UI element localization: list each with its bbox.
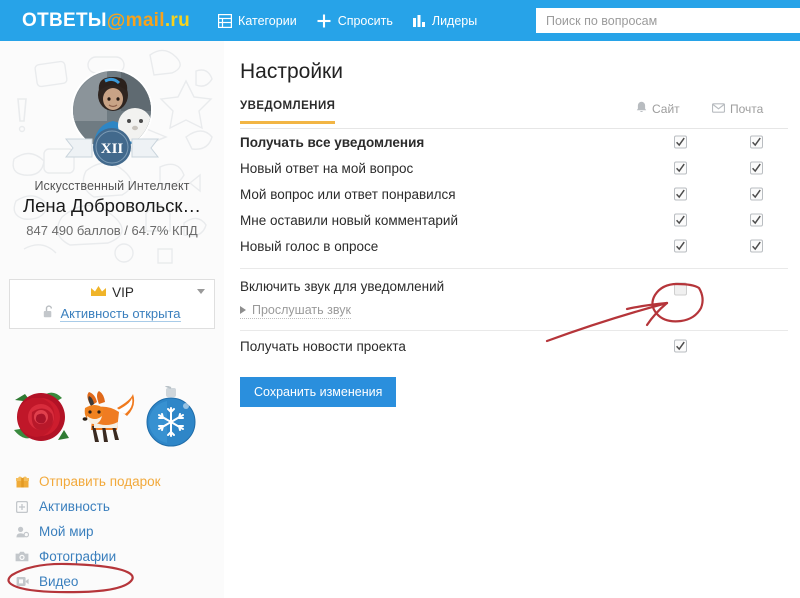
site-logo[interactable]: ОТВЕТЫ@mail.ru	[22, 10, 190, 32]
checkbox-mail[interactable]	[750, 161, 763, 175]
logo-text-mail: mail	[125, 9, 165, 31]
nav-item-categories[interactable]: Категории	[218, 13, 297, 28]
rank-badge: XII	[64, 128, 160, 166]
tab-notifications[interactable]: УВЕДОМЛЕНИЯ	[240, 100, 336, 124]
sidebar-item-photos[interactable]: Фотографии	[14, 544, 214, 569]
row-label: Мой вопрос или ответ понравился	[240, 186, 456, 202]
rose-gift[interactable]	[12, 386, 70, 448]
save-button[interactable]: Сохранить изменения	[240, 377, 397, 407]
avatar-wrapper[interactable]: XII	[64, 69, 160, 166]
svg-text:XII: XII	[101, 141, 124, 157]
gifts-row	[12, 386, 200, 448]
column-headers: Сайт Почта	[636, 101, 788, 116]
tabs-bar: УВЕДОМЛЕНИЯ Сайт Почта	[240, 100, 788, 129]
page-root: ОТВЕТЫ@mail.ru Категории Спросить Лидеры	[0, 0, 800, 598]
nav-item-leaders-label: Лидеры	[431, 13, 478, 28]
row-label: Новый ответ на мой вопрос	[240, 160, 414, 176]
logo-text-ru: .ru	[164, 9, 191, 31]
sidebar-item-my-world[interactable]: Мой мир	[14, 519, 214, 544]
checkbox-sound[interactable]	[674, 282, 687, 296]
listen-sound-label: Прослушать звук	[252, 303, 351, 317]
envelope-icon	[711, 102, 726, 116]
left-sidebar: XII Искусственный Интеллект Лена Доброво…	[0, 41, 224, 598]
notification-rows: Получать все уведомления Новый ответ на …	[240, 129, 788, 259]
nav-item-ask-label: Спросить	[337, 13, 393, 28]
activity-status-link[interactable]: Активность открыта	[60, 306, 181, 322]
listen-sound-link[interactable]: Прослушать звук	[240, 303, 351, 319]
sidebar-item-photos-label: Фотографии	[39, 549, 117, 564]
activity-icon	[14, 500, 30, 513]
main-nav: Категории Спросить Лидеры	[218, 13, 477, 29]
bar-chart-icon	[412, 14, 426, 28]
sidebar-item-video-label: Видео	[39, 574, 79, 589]
play-icon	[240, 306, 246, 314]
profile-block: XII Искусственный Интеллект Лена Доброво…	[0, 41, 224, 238]
checkbox-mail[interactable]	[750, 213, 763, 227]
table-row: Мой вопрос или ответ понравился	[240, 181, 788, 207]
checkbox-news[interactable]	[674, 339, 687, 353]
search-box[interactable]	[536, 8, 800, 33]
sidebar-item-settings[interactable]: Настройки	[14, 594, 214, 598]
grid-icon	[218, 13, 233, 28]
sidebar-item-send-gift[interactable]: Отправить подарок	[14, 469, 214, 494]
checkbox-site[interactable]	[674, 213, 687, 227]
crown-icon	[90, 285, 107, 300]
nav-item-categories-label: Категории	[238, 13, 297, 28]
at-icon: @	[106, 10, 126, 32]
column-header-mail: Почта	[711, 101, 788, 116]
logo-text-otvety: ОТВЕТЫ	[22, 9, 107, 31]
column-header-mail-label: Почта	[730, 101, 764, 116]
sidebar-item-activity[interactable]: Активность	[14, 494, 214, 519]
page-title: Настройки	[240, 60, 343, 83]
table-row: Новый ответ на мой вопрос	[240, 155, 788, 181]
profile-name[interactable]: Лена Добровольск…	[0, 195, 224, 217]
column-header-site-label: Сайт	[652, 101, 680, 116]
main-content: Настройки УВЕДОМЛЕНИЯ Сайт Почта Получат…	[224, 41, 800, 598]
sidebar-item-video[interactable]: Видео	[14, 569, 214, 594]
unlock-icon	[43, 305, 54, 323]
row-label: Получать все уведомления	[240, 134, 425, 150]
news-label: Получать новости проекта	[240, 338, 406, 354]
top-header: ОТВЕТЫ@mail.ru Категории Спросить Лидеры	[0, 0, 800, 41]
table-row: Новый голос в опросе	[240, 233, 788, 259]
fox-gift[interactable]	[77, 386, 135, 448]
profile-score: 847 490 баллов / 64.7% КПД	[26, 223, 198, 238]
checkbox-site[interactable]	[674, 239, 687, 253]
gift-icon	[14, 475, 30, 488]
vip-label: VIP	[112, 284, 134, 300]
search-input[interactable]	[536, 8, 800, 33]
nav-item-leaders[interactable]: Лидеры	[412, 14, 477, 28]
sound-label: Включить звук для уведомлений	[240, 279, 445, 294]
sidebar-item-my-world-label: Мой мир	[39, 524, 94, 539]
plus-icon	[316, 13, 332, 29]
vip-row[interactable]: VIP	[10, 280, 214, 304]
column-header-site: Сайт	[636, 101, 712, 116]
my-world-icon	[14, 526, 30, 538]
sidebar-menu: Отправить подарок Активность Мой мир Фот…	[14, 469, 214, 598]
checkbox-mail[interactable]	[750, 187, 763, 201]
table-row: Мне оставили новый комментарий	[240, 207, 788, 233]
vip-box: VIP Активность открыта	[9, 279, 215, 329]
table-row: Получать все уведомления	[240, 129, 788, 155]
bell-icon	[636, 101, 647, 116]
nav-item-ask[interactable]: Спросить	[316, 13, 393, 29]
news-block: Получать новости проекта	[240, 331, 788, 361]
activity-status-row: Активность открыта	[10, 305, 214, 323]
row-label: Новый голос в опросе	[240, 238, 379, 254]
checkbox-site[interactable]	[674, 135, 687, 149]
camera-icon	[14, 551, 30, 562]
checkbox-site[interactable]	[674, 161, 687, 175]
row-label: Мне оставили новый комментарий	[240, 212, 458, 228]
christmas-ball-gift[interactable]	[142, 386, 200, 448]
video-icon	[14, 576, 30, 587]
sound-block: Включить звук для уведомлений Прослушать…	[240, 269, 788, 321]
chevron-down-icon[interactable]	[197, 289, 205, 294]
sidebar-item-send-gift-label: Отправить подарок	[39, 474, 161, 489]
profile-rank-title: Искусственный Интеллект	[34, 179, 190, 193]
checkbox-site[interactable]	[674, 187, 687, 201]
checkbox-mail[interactable]	[750, 239, 763, 253]
checkbox-mail[interactable]	[750, 135, 763, 149]
sidebar-item-activity-label: Активность	[39, 499, 110, 514]
